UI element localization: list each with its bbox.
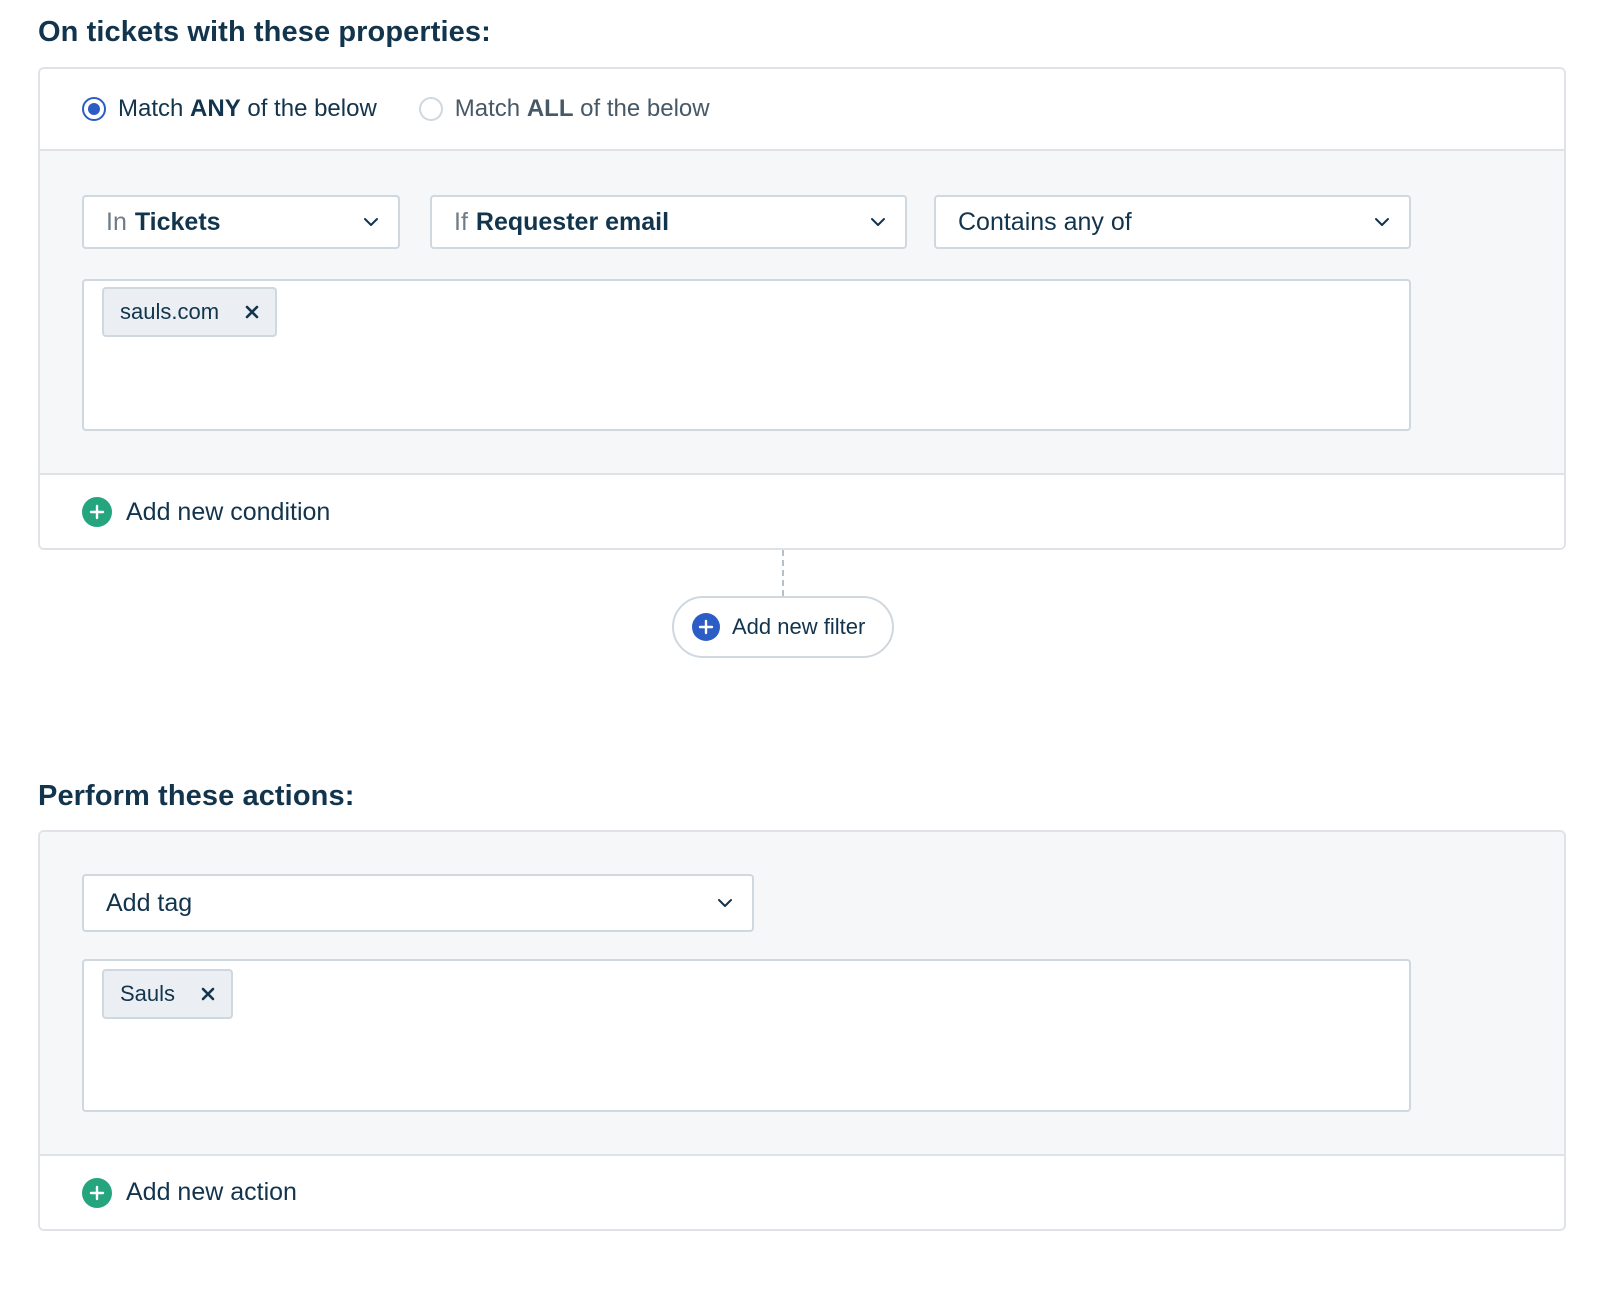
chevron-down-icon [364,218,378,226]
close-icon[interactable] [201,987,215,1001]
add-action-label: Add new action [126,1178,297,1206]
add-filter-label: Add new filter [732,614,866,639]
action-row: Add tag Sauls [40,832,1564,1156]
value-chip: sauls.com [102,287,278,337]
match-any-radio[interactable] [82,97,106,121]
match-all-radio[interactable] [418,97,443,121]
chevron-down-icon [1375,218,1389,226]
action-select[interactable]: Add tag [82,874,754,932]
conditions-panel: Match ANY of the below Match ALL of the … [38,67,1566,550]
scope-value: Tickets [134,207,221,236]
match-all-option[interactable]: Match ALL of the below [418,95,710,123]
match-all-label: Match ALL of the below [454,95,710,122]
field-prefix: If [454,207,468,236]
connector-line [782,550,784,596]
match-any-option[interactable]: Match ANY of the below [82,95,377,123]
field-select[interactable]: If Requester email [430,195,907,249]
field-value: Requester email [475,207,670,236]
scope-prefix: In [106,207,127,236]
condition-row: In Tickets If Requester email Contains a… [40,151,1564,475]
condition-values-input[interactable]: sauls.com [82,279,1411,431]
add-condition-label: Add new condition [126,497,331,526]
conditions-section-title: On tickets with these properties: [38,16,491,48]
plus-circle-icon [82,1177,112,1208]
plus-circle-icon [692,613,720,641]
add-action-button[interactable]: Add new action [40,1156,1564,1229]
match-any-label: Match ANY of the below [118,95,377,122]
add-filter-button[interactable]: Add new filter [672,596,894,658]
value-chip-label: sauls.com [120,299,220,324]
plus-circle-icon [82,497,112,527]
actions-panel: Add tag Sauls Add new action [38,830,1566,1231]
tag-chip: Sauls [102,969,234,1019]
action-value: Add tag [106,888,193,917]
tags-input[interactable]: Sauls [82,959,1411,1112]
match-mode-row: Match ANY of the below Match ALL of the … [40,69,1564,151]
actions-section-title: Perform these actions: [38,780,355,812]
scope-select[interactable]: In Tickets [82,195,400,249]
operator-select[interactable]: Contains any of [934,195,1411,249]
operator-value: Contains any of [958,207,1132,236]
add-condition-button[interactable]: Add new condition [40,475,1564,548]
tag-chip-label: Sauls [120,981,176,1006]
chevron-down-icon [871,218,885,226]
close-icon[interactable] [245,305,259,319]
chevron-down-icon [718,899,732,907]
